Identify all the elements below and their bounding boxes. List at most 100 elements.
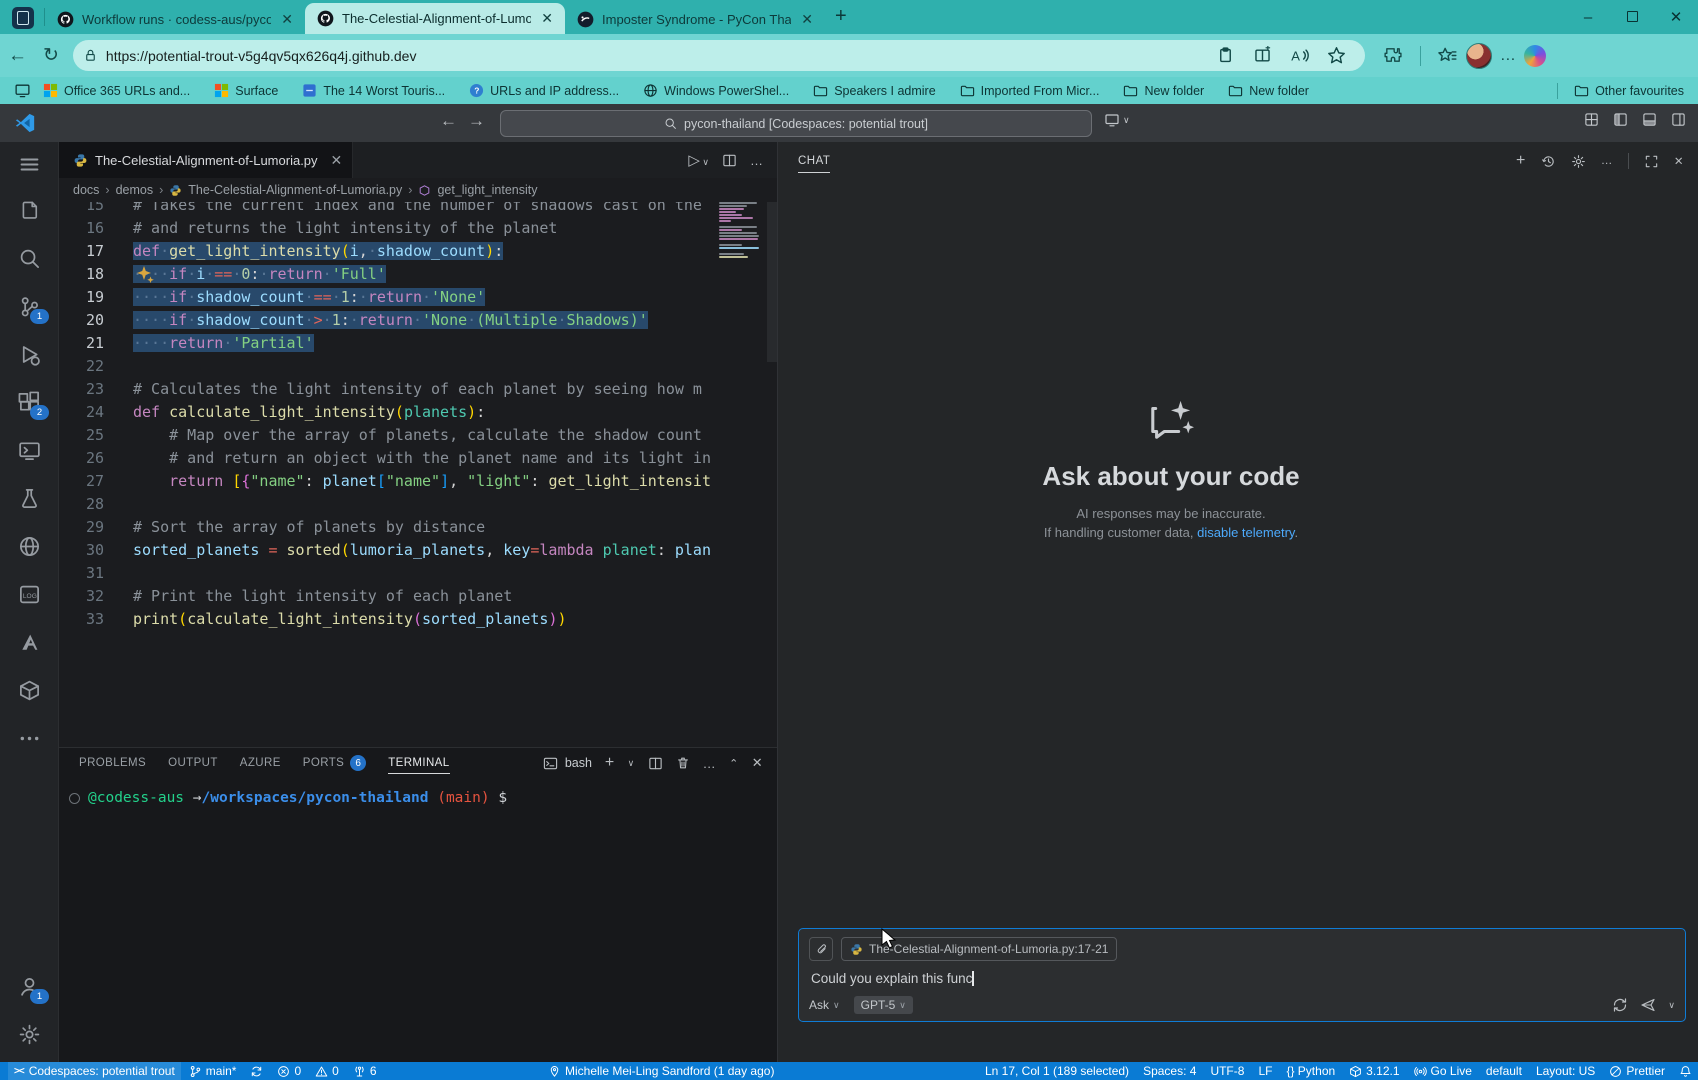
status-item-right-8[interactable]: default bbox=[1486, 1064, 1522, 1078]
url-text[interactable]: https://potential-trout-v5g4qv5qx626q4j.… bbox=[106, 48, 1207, 64]
minimize-button[interactable]: – bbox=[1566, 9, 1610, 26]
status-item-left-3[interactable] bbox=[250, 1065, 263, 1078]
favorites-hub-icon[interactable] bbox=[1438, 46, 1457, 65]
command-center-search[interactable]: pycon-thailand [Codespaces: potential tr… bbox=[500, 110, 1092, 137]
restore-button[interactable] bbox=[1610, 9, 1654, 26]
breadcrumb-item-3[interactable]: The-Celestial-Alignment-of-Lumoria.py bbox=[188, 183, 402, 197]
panel-tab-ports[interactable]: PORTS6 bbox=[303, 755, 366, 771]
toggle-secondary-sidebar-icon[interactable] bbox=[1671, 112, 1686, 127]
breadcrumb-item-1[interactable]: docs bbox=[73, 183, 99, 197]
code-line-18[interactable]: ····if·i·==·0:·return·'Full' bbox=[59, 263, 711, 286]
status-item-right-11[interactable] bbox=[1679, 1065, 1692, 1078]
favorite-item-6[interactable]: Speakers I admire bbox=[813, 83, 935, 98]
profile-avatar[interactable] bbox=[1466, 43, 1492, 69]
code-line-29[interactable]: # Sort the array of planets by distance bbox=[59, 516, 711, 539]
editor-tab[interactable]: The-Celestial-Alignment-of-Lumoria.py ✕ bbox=[59, 142, 353, 178]
chat-tab[interactable]: CHAT bbox=[798, 155, 830, 173]
status-item-left-6[interactable]: 6 bbox=[353, 1064, 377, 1078]
activity-github-actions[interactable] bbox=[0, 522, 58, 570]
favorite-star-icon[interactable] bbox=[1327, 46, 1346, 65]
new-tab-button[interactable]: + bbox=[835, 5, 847, 28]
favorite-item-4[interactable]: ?URLs and IP address... bbox=[469, 83, 619, 98]
activity-settings[interactable] bbox=[0, 1010, 58, 1058]
status-item-left-1[interactable]: ><Codespaces: potential trout bbox=[8, 1062, 181, 1080]
status-item-right-3[interactable]: UTF-8 bbox=[1210, 1064, 1244, 1078]
send-icon[interactable] bbox=[1640, 997, 1656, 1013]
read-aloud-icon[interactable]: A bbox=[1290, 46, 1309, 65]
status-blame[interactable]: Michelle Mei-Ling Sandford (1 day ago) bbox=[548, 1064, 788, 1078]
chat-input-box[interactable]: The-Celestial-Alignment-of-Lumoria.py:17… bbox=[798, 928, 1686, 1022]
close-panel-icon[interactable]: ✕ bbox=[752, 755, 763, 771]
panel-more-icon[interactable]: … bbox=[703, 756, 716, 771]
chat-close-icon[interactable]: ✕ bbox=[1674, 154, 1684, 168]
code-line-22[interactable] bbox=[59, 355, 711, 378]
close-tab-icon[interactable]: ✕ bbox=[799, 11, 815, 28]
status-item-left-5[interactable]: 0 bbox=[315, 1064, 339, 1078]
address-bar[interactable]: https://potential-trout-v5g4qv5qx626q4j.… bbox=[73, 40, 1365, 71]
panel-tab-azure[interactable]: AZURE bbox=[240, 757, 281, 769]
favorites-monitor-icon[interactable] bbox=[14, 82, 31, 99]
chat-more-icon[interactable]: … bbox=[1601, 155, 1613, 167]
close-tab-icon[interactable]: ✕ bbox=[331, 152, 343, 169]
shell-label[interactable]: bash bbox=[565, 756, 592, 770]
other-favourites[interactable]: Other favourites bbox=[1557, 83, 1684, 99]
status-item-left-4[interactable]: 0 bbox=[277, 1064, 301, 1078]
run-python-button[interactable]: ▷ ∨ bbox=[688, 151, 709, 169]
attach-context-button[interactable] bbox=[809, 937, 833, 961]
code-line-19[interactable]: ····if·shadow_count·==·1:·return·'None' bbox=[59, 286, 711, 309]
status-item-right-6[interactable]: 3.12.1 bbox=[1349, 1064, 1399, 1078]
chat-expand-icon[interactable] bbox=[1644, 154, 1659, 169]
activity-run-debug[interactable] bbox=[0, 330, 58, 378]
favorite-item-2[interactable]: Surface bbox=[214, 83, 278, 98]
activity-containers[interactable] bbox=[0, 666, 58, 714]
disable-telemetry-link[interactable]: disable telemetry bbox=[1197, 525, 1294, 540]
back-button[interactable]: ← bbox=[8, 45, 27, 67]
status-item-right-5[interactable]: {} Python bbox=[1286, 1064, 1335, 1078]
new-terminal-button[interactable]: + bbox=[605, 754, 615, 772]
close-button[interactable]: ✕ bbox=[1654, 8, 1698, 26]
code-line-27[interactable]: return [{"name": planet["name"], "light"… bbox=[59, 470, 711, 493]
minimap[interactable] bbox=[719, 202, 767, 259]
favorite-item-1[interactable]: Office 365 URLs and... bbox=[43, 83, 190, 98]
code-line-33[interactable]: print(calculate_light_intensity(sorted_p… bbox=[59, 608, 711, 631]
send-dropdown-icon[interactable]: ∨ bbox=[1668, 1000, 1675, 1011]
refresh-button[interactable]: ↻ bbox=[43, 44, 59, 67]
code-editor[interactable]: 15161718192021222324252627282930313233 #… bbox=[59, 202, 777, 747]
code-line-17[interactable]: def·get_light_intensity(i,·shadow_count)… bbox=[59, 240, 711, 263]
browser-tab-2[interactable]: The-Celestial-Alignment-of-Lumo✕ bbox=[305, 3, 565, 34]
breadcrumb-item-2[interactable]: demos bbox=[116, 183, 154, 197]
panel-tab-terminal[interactable]: TERMINAL bbox=[388, 757, 449, 774]
editor-forward-icon[interactable]: → bbox=[468, 111, 485, 131]
code-line-23[interactable]: # Calculates the light intensity of each… bbox=[59, 378, 711, 401]
activity-menu[interactable] bbox=[0, 142, 58, 186]
activity-search[interactable] bbox=[0, 234, 58, 282]
activity-source-control[interactable]: 1 bbox=[0, 282, 58, 330]
new-chat-icon[interactable]: + bbox=[1516, 152, 1526, 170]
breadcrumb-item-4[interactable]: get_light_intensity bbox=[437, 183, 537, 197]
terminal[interactable]: @codess-aus →/workspaces/pycon-thailand … bbox=[59, 778, 777, 808]
split-screen-icon[interactable] bbox=[1253, 46, 1272, 65]
split-editor-icon[interactable] bbox=[722, 153, 737, 168]
status-item-center-1[interactable]: Michelle Mei-Ling Sandford (1 day ago) bbox=[548, 1064, 774, 1078]
code-line-20[interactable]: ····if·shadow_count·>·1:·return·'None·(M… bbox=[59, 309, 711, 332]
activity-testing[interactable] bbox=[0, 474, 58, 522]
status-item-right-1[interactable]: Ln 17, Col 1 (189 selected) bbox=[985, 1064, 1129, 1078]
chat-settings-icon[interactable] bbox=[1571, 154, 1586, 169]
chat-input-text[interactable]: Could you explain this func bbox=[811, 971, 1673, 986]
favorite-item-9[interactable]: New folder bbox=[1228, 83, 1309, 98]
status-item-right-4[interactable]: LF bbox=[1258, 1064, 1272, 1078]
browser-tab-1[interactable]: Workflow runs · codess-aus/pyco✕ bbox=[45, 4, 305, 34]
browser-menu-icon[interactable]: … bbox=[1500, 47, 1516, 65]
model-picker-dropdown[interactable]: GPT-5∨ bbox=[854, 996, 913, 1014]
browser-tab-3[interactable]: Imposter Syndrome - PyCon Thai✕ bbox=[565, 4, 825, 34]
code-line-25[interactable]: # Map over the array of planets, calcula… bbox=[59, 424, 711, 447]
more-actions-icon[interactable]: … bbox=[750, 153, 763, 168]
favorite-item-7[interactable]: Imported From Micr... bbox=[960, 83, 1100, 98]
copilot-sparkle-icon[interactable] bbox=[135, 264, 155, 284]
extensions-puzzle-icon[interactable] bbox=[1384, 46, 1403, 65]
voice-chat-icon[interactable] bbox=[1612, 997, 1628, 1013]
split-terminal-icon[interactable] bbox=[648, 756, 663, 771]
close-tab-icon[interactable]: ✕ bbox=[279, 11, 295, 28]
status-item-left-2[interactable]: main* bbox=[189, 1064, 237, 1078]
activity-explorer[interactable] bbox=[0, 186, 58, 234]
